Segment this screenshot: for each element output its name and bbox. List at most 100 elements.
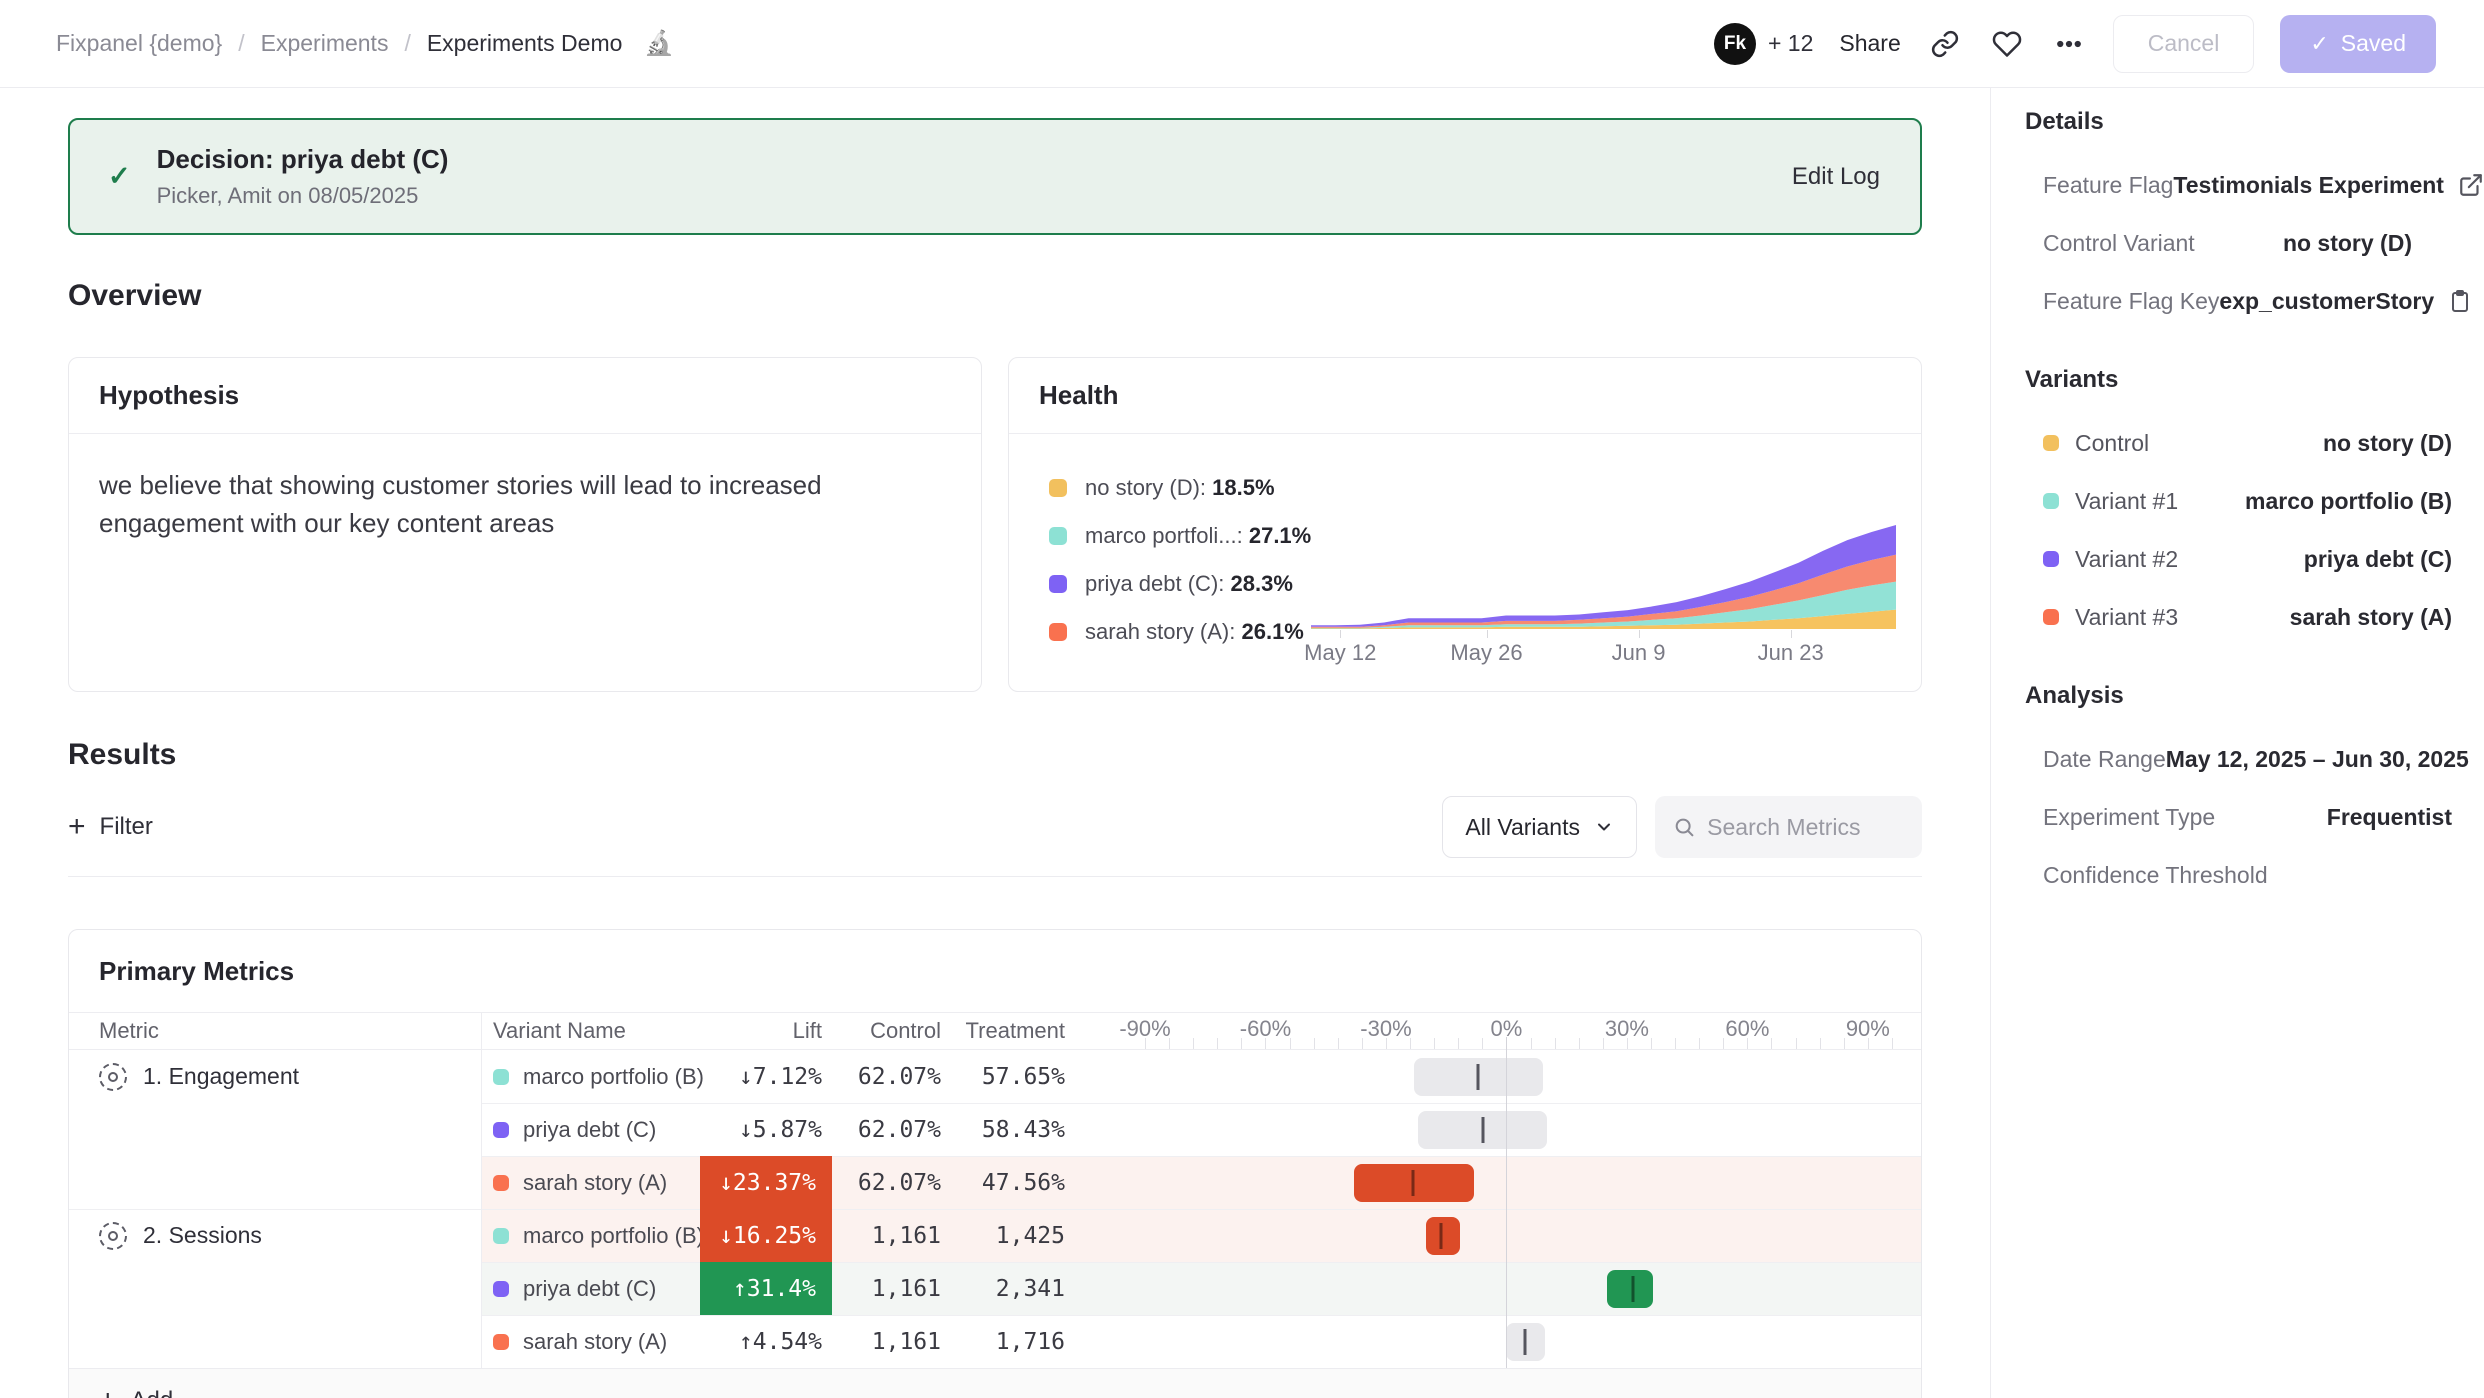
- ci-minor-tick: [1579, 1038, 1580, 1049]
- ci-minor-tick: [1386, 1038, 1387, 1049]
- lift-center-tick: [1523, 1329, 1526, 1355]
- search-metrics-input[interactable]: [1707, 814, 1904, 841]
- breadcrumb-experiments[interactable]: Experiments: [261, 30, 389, 57]
- hypothesis-body: we believe that showing customer stories…: [69, 434, 969, 574]
- column-variant-name: Variant Name: [481, 1013, 700, 1049]
- ci-minor-tick: [1241, 1038, 1242, 1049]
- search-metrics-box: [1655, 796, 1922, 858]
- add-filter-button[interactable]: + Filter: [68, 812, 153, 842]
- column-treatment: Treatment: [950, 1013, 1083, 1049]
- ci-cell: [1083, 1103, 1921, 1156]
- table-row[interactable]: priya debt (C)↓5.87%62.07%58.43%: [69, 1103, 1921, 1156]
- breadcrumb-project[interactable]: Fixpanel {demo}: [56, 30, 222, 57]
- ci-minor-tick: [1723, 1038, 1724, 1049]
- check-icon: ✓: [2310, 31, 2328, 57]
- table-row[interactable]: sarah story (A) ↓23.37% 62.07% 47.56%: [69, 1156, 1921, 1209]
- metric-name[interactable]: 1. Engagement: [143, 1063, 299, 1090]
- treatment-value: 47.56%: [982, 1170, 1065, 1196]
- variants-section: Variants Control no story (D) Variant #1…: [2025, 366, 2452, 646]
- ci-minor-tick: [1892, 1038, 1893, 1049]
- lift-value: ↓7.12%: [739, 1064, 822, 1090]
- ci-minor-tick: [1531, 1038, 1532, 1049]
- top-bar-actions: Fk + 12 Share Cancel ✓Saved: [1714, 15, 2436, 73]
- ci-cell: [1083, 1156, 1921, 1209]
- variant-color-dot: [493, 1334, 509, 1350]
- add-metric-button[interactable]: + Add: [69, 1368, 1921, 1398]
- cancel-button[interactable]: Cancel: [2113, 15, 2255, 73]
- control-cell: 1,161: [832, 1209, 950, 1262]
- control-value: 1,161: [872, 1276, 941, 1302]
- variant-row: Variant #1 marco portfolio (B): [2025, 472, 2452, 530]
- search-icon: [1673, 814, 1695, 840]
- ci-plot: [1141, 1050, 1904, 1103]
- x-axis-tick: [1340, 630, 1341, 638]
- table-row[interactable]: 1. Engagementmarco portfolio (B)↓7.12%62…: [69, 1050, 1921, 1103]
- table-row[interactable]: sarah story (A)↑4.54%1,1611,716: [69, 1315, 1921, 1368]
- external-link-icon[interactable]: [2458, 172, 2484, 198]
- variant-cell: sarah story (A): [481, 1156, 700, 1209]
- feature-flag-value[interactable]: Testimonials Experiment: [2173, 172, 2444, 199]
- favorite-heart-icon[interactable]: [1989, 26, 2025, 62]
- control-value: 62.07%: [858, 1170, 941, 1196]
- lift-center-tick: [1631, 1276, 1634, 1302]
- variant-name: sarah story (A): [523, 1329, 667, 1355]
- ci-minor-tick: [1651, 1038, 1652, 1049]
- more-options-icon[interactable]: [2051, 26, 2087, 62]
- ci-axis: -90%-60%-30%0%30%60%90%: [1141, 1013, 1904, 1049]
- date-range-value: May 12, 2025 – Jun 30, 2025: [2166, 746, 2469, 773]
- ci-cell: [1083, 1050, 1921, 1103]
- legend-item[interactable]: no story (D): 18.5%: [1049, 464, 1311, 512]
- metric-name[interactable]: 2. Sessions: [143, 1222, 262, 1249]
- all-variants-dropdown[interactable]: All Variants: [1442, 796, 1637, 858]
- experiment-type-row: Experiment Type Frequentist: [2025, 788, 2452, 846]
- avatar[interactable]: Fk: [1714, 23, 1756, 65]
- lift-center-tick: [1440, 1223, 1443, 1249]
- top-bar: Fixpanel {demo} / Experiments / Experime…: [0, 0, 2484, 88]
- legend-item[interactable]: sarah story (A): 26.1%: [1049, 608, 1311, 656]
- zero-gridline: [1506, 1037, 1507, 1368]
- column-metric: Metric: [69, 1013, 481, 1049]
- saved-button[interactable]: ✓Saved: [2280, 15, 2436, 73]
- page: Fixpanel {demo} / Experiments / Experime…: [0, 0, 2484, 1398]
- ci-plot: [1141, 1156, 1904, 1209]
- analysis-section: Analysis Date Range May 12, 2025 – Jun 3…: [2025, 682, 2452, 904]
- copy-link-icon[interactable]: [1927, 26, 1963, 62]
- metric-cell: [69, 1103, 481, 1156]
- metric-cell: [69, 1262, 481, 1315]
- legend-item[interactable]: marco portfoli...: 27.1%: [1049, 512, 1311, 560]
- treatment-cell: 2,341: [950, 1262, 1083, 1315]
- variant-name: marco portfolio (B): [523, 1064, 704, 1090]
- legend-swatch: [1049, 575, 1067, 593]
- control-value: 1,161: [872, 1329, 941, 1355]
- plus-icon: +: [99, 1386, 117, 1398]
- table-row[interactable]: priya debt (C)↑31.4%1,1612,341: [69, 1262, 1921, 1315]
- variant-cell: marco portfolio (B): [481, 1050, 700, 1103]
- treatment-value: 58.43%: [982, 1117, 1065, 1143]
- overview-heading: Overview: [68, 279, 1922, 313]
- edit-log-button[interactable]: Edit Log: [1792, 163, 1880, 191]
- breadcrumb-separator: /: [404, 30, 410, 57]
- lift-center-tick: [1476, 1064, 1479, 1090]
- feature-flag-row: Feature Flag Testimonials Experiment: [2025, 156, 2452, 214]
- collaborators-count[interactable]: + 12: [1768, 30, 1813, 57]
- legend-item[interactable]: priya debt (C): 28.3%: [1049, 560, 1311, 608]
- breadcrumb-current[interactable]: Experiments Demo: [427, 30, 623, 57]
- ci-minor-tick: [1169, 1038, 1170, 1049]
- lift-chip: ↓16.25%: [700, 1209, 832, 1262]
- legend-label: no story (D): 18.5%: [1085, 475, 1275, 501]
- ci-minor-tick: [1555, 1038, 1556, 1049]
- clipboard-copy-icon[interactable]: [2448, 288, 2472, 314]
- ci-cell: [1083, 1262, 1921, 1315]
- control-cell: 1,161: [832, 1315, 950, 1368]
- health-card: Health no story (D): 18.5%marco portfoli…: [1008, 357, 1922, 692]
- variant-name: marco portfolio (B): [523, 1223, 704, 1249]
- table-row[interactable]: 2. Sessions marco portfolio (B)↓16.25%1,1…: [69, 1209, 1921, 1262]
- share-button[interactable]: Share: [1839, 30, 1900, 57]
- ci-minor-tick: [1290, 1038, 1291, 1049]
- legend-label: sarah story (A): 26.1%: [1085, 619, 1304, 645]
- experiment-emoji-icon: 🔬: [644, 29, 674, 58]
- x-axis-label: May 12: [1304, 640, 1376, 666]
- results-toolbar: + Filter All Variants: [68, 796, 1922, 858]
- lift-value: ↓23.37%: [719, 1170, 816, 1196]
- experiment-type-value: Frequentist: [2327, 804, 2452, 831]
